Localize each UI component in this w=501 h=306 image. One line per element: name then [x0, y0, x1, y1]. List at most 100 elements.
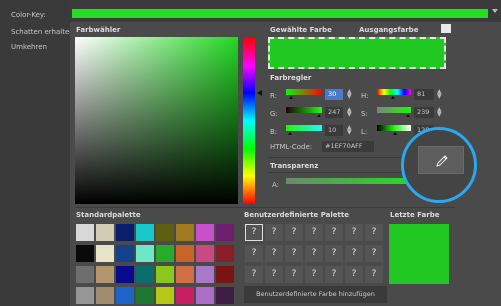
h-slider[interactable] — [377, 89, 411, 95]
magnifier-overlay — [401, 127, 477, 203]
palette-swatch[interactable] — [116, 266, 134, 283]
alpha-label: A: — [272, 181, 280, 189]
keep-shadows-label[interactable]: Schatten erhalten — [11, 28, 74, 36]
palette-swatch[interactable] — [76, 224, 94, 241]
palette-swatch[interactable] — [136, 266, 154, 283]
palette-swatch[interactable] — [216, 266, 234, 283]
s-spinner[interactable]: ▲ ▼ — [437, 107, 442, 118]
palette-swatch[interactable] — [156, 287, 174, 304]
original-color-title: Ausgangsfarbe — [359, 26, 419, 34]
g-slider[interactable] — [286, 107, 322, 113]
h-spinner[interactable]: ▲ ▼ — [437, 89, 442, 100]
custom-color-slot[interactable]: ? — [285, 224, 303, 241]
s-slider-handle[interactable] — [406, 114, 410, 117]
r-slider[interactable] — [286, 89, 322, 95]
palette-swatch[interactable] — [176, 224, 194, 241]
r-input[interactable]: 30 — [325, 89, 343, 100]
palette-swatch[interactable] — [176, 245, 194, 262]
palette-swatch[interactable] — [96, 224, 114, 241]
palette-swatch[interactable] — [116, 245, 134, 262]
g-spinner[interactable]: ▲ ▼ — [347, 107, 352, 118]
palette-swatch[interactable] — [76, 287, 94, 304]
chevron-down-icon[interactable] — [492, 9, 498, 13]
b-slider-handle[interactable] — [288, 132, 292, 135]
palette-swatch[interactable] — [96, 287, 114, 304]
r-spinner[interactable]: ▲ ▼ — [347, 89, 352, 100]
palette-swatch[interactable] — [216, 245, 234, 262]
palette-swatch[interactable] — [76, 245, 94, 262]
picker-title: Farbwähler — [76, 26, 121, 34]
custom-color-slot[interactable]: ? — [305, 266, 323, 283]
b-input[interactable]: 10 — [325, 125, 343, 136]
r-label: R: — [270, 92, 278, 100]
palette-swatch[interactable] — [156, 266, 174, 283]
custom-palette-title: Benutzerdefinierte Palette — [244, 211, 349, 219]
palette-swatch[interactable] — [216, 287, 234, 304]
b-spinner[interactable]: ▲ ▼ — [347, 125, 352, 136]
h-label: H: — [361, 92, 369, 100]
custom-color-slot[interactable]: ? — [245, 266, 263, 283]
custom-color-slot[interactable]: ? — [325, 266, 343, 283]
palette-swatch[interactable] — [136, 224, 154, 241]
eyedropper-icon — [436, 155, 448, 167]
invert-label[interactable]: Umkehren — [11, 43, 47, 51]
s-label: S: — [361, 110, 368, 118]
palette-swatch[interactable] — [196, 287, 214, 304]
eyedropper-button[interactable] — [418, 146, 464, 174]
palette-swatch[interactable] — [196, 245, 214, 262]
hue-marker[interactable] — [257, 90, 262, 96]
l-label: L: — [361, 128, 368, 136]
html-code-input[interactable]: #1EF70AFF — [322, 141, 374, 152]
custom-color-slot[interactable]: ? — [345, 224, 363, 241]
h-slider-handle[interactable] — [391, 96, 395, 99]
palette-swatch[interactable] — [176, 266, 194, 283]
color-key-bar[interactable] — [72, 9, 488, 18]
custom-color-slot[interactable]: ? — [365, 245, 383, 262]
custom-color-slot[interactable]: ? — [265, 224, 283, 241]
palette-swatch[interactable] — [156, 245, 174, 262]
last-color-swatch[interactable] — [389, 224, 449, 284]
saturation-value-field[interactable] — [75, 37, 238, 204]
custom-color-slot[interactable]: ? — [285, 245, 303, 262]
custom-color-slot[interactable]: ? — [365, 224, 383, 241]
add-custom-color-button[interactable]: Benutzerdefinierte Farbe hinzufügen — [244, 286, 387, 303]
custom-color-slot[interactable]: ? — [365, 266, 383, 283]
alpha-slider[interactable] — [286, 178, 416, 184]
l-slider-handle[interactable] — [393, 132, 397, 135]
palette-swatch[interactable] — [136, 245, 154, 262]
palette-swatch[interactable] — [116, 224, 134, 241]
custom-color-slot[interactable]: ? — [265, 266, 283, 283]
h-input[interactable]: 81 — [414, 89, 434, 100]
custom-color-slot[interactable]: ? — [325, 224, 343, 241]
palette-swatch[interactable] — [196, 224, 214, 241]
standard-palette-title: Standardpalette — [76, 211, 141, 219]
s-slider[interactable] — [377, 107, 411, 113]
g-slider-handle[interactable] — [317, 114, 321, 117]
custom-color-slot[interactable]: ? — [265, 245, 283, 262]
hue-slider[interactable] — [243, 38, 255, 204]
custom-color-slot[interactable]: ? — [345, 266, 363, 283]
custom-color-slot[interactable]: ? — [325, 245, 343, 262]
palette-swatch[interactable] — [216, 224, 234, 241]
custom-color-slot[interactable]: ? — [305, 224, 323, 241]
selected-color-swatch — [268, 37, 446, 69]
palette-swatch[interactable] — [156, 224, 174, 241]
palette-swatch[interactable] — [76, 266, 94, 283]
palette-swatch[interactable] — [96, 266, 114, 283]
custom-color-slot[interactable]: ? — [245, 245, 263, 262]
original-color-swatch[interactable] — [441, 24, 451, 33]
r-slider-handle[interactable] — [289, 96, 293, 99]
palette-swatch[interactable] — [96, 245, 114, 262]
palette-swatch[interactable] — [176, 287, 194, 304]
l-slider[interactable] — [377, 125, 411, 131]
custom-color-slot[interactable]: ? — [245, 224, 263, 241]
custom-color-slot[interactable]: ? — [285, 266, 303, 283]
g-input[interactable]: 247 — [325, 107, 343, 118]
palette-swatch[interactable] — [196, 266, 214, 283]
s-input[interactable]: 239 — [414, 107, 434, 118]
custom-color-slot[interactable]: ? — [305, 245, 323, 262]
custom-color-slot[interactable]: ? — [345, 245, 363, 262]
palette-swatch[interactable] — [116, 287, 134, 304]
palette-swatch[interactable] — [136, 287, 154, 304]
b-slider[interactable] — [286, 125, 322, 131]
